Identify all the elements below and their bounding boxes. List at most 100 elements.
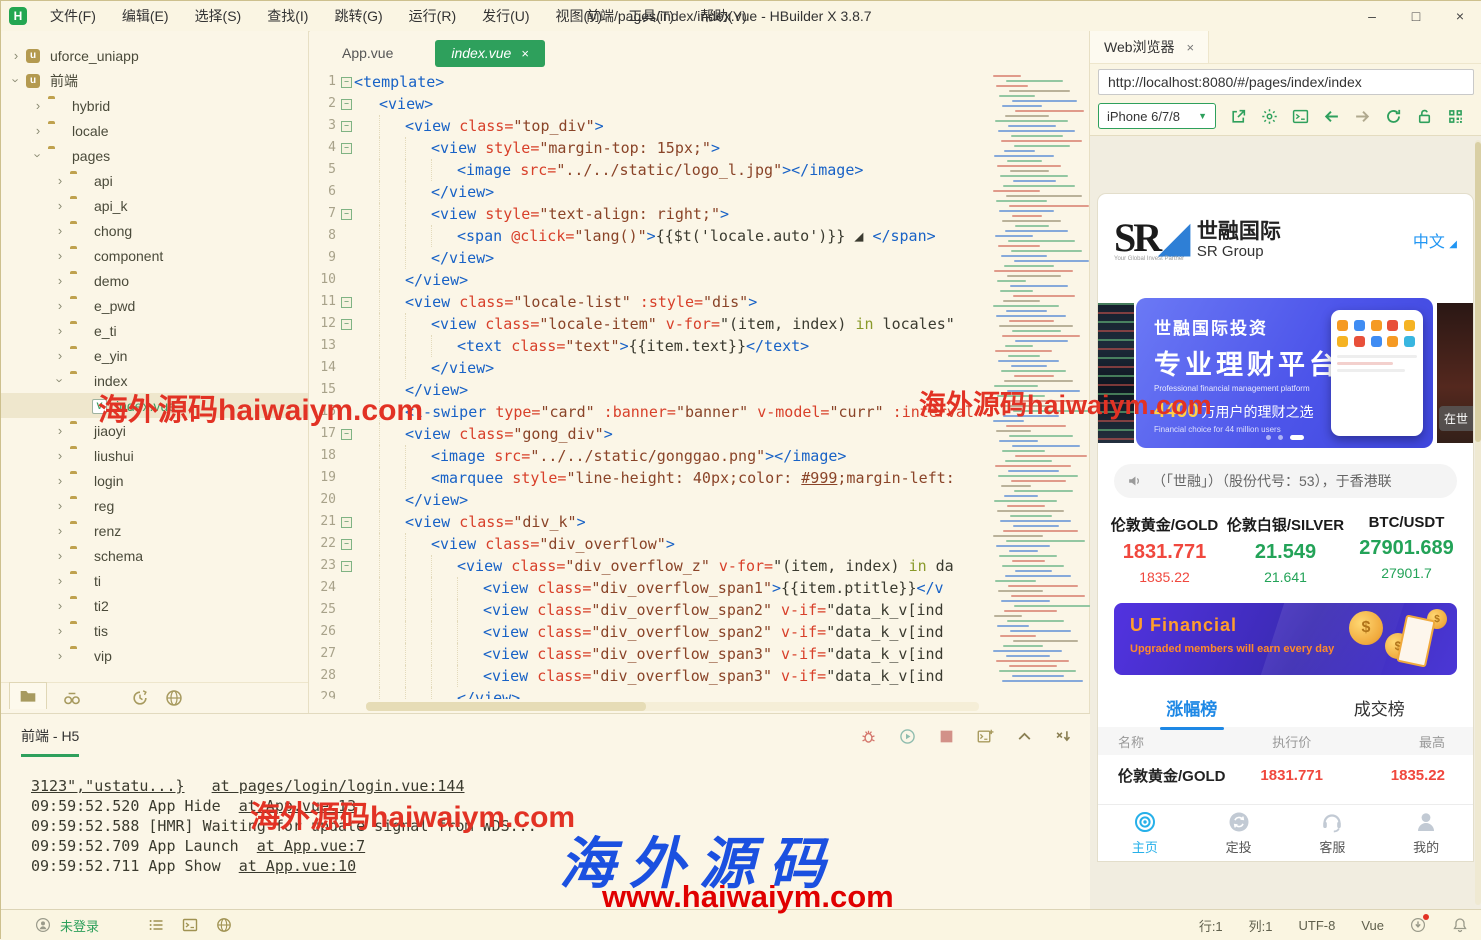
promo-banner[interactable]: U Financial Upgraded members will earn e…: [1114, 603, 1457, 675]
code-token[interactable]: </view>: [405, 269, 468, 291]
price-item[interactable]: 伦敦黄金/GOLD1831.7711835.22: [1104, 514, 1225, 585]
indent-guide[interactable]: [354, 577, 379, 599]
table-row[interactable]: 伦敦黄金/GOLD1831.7711835.22: [1098, 755, 1473, 795]
device-selector[interactable]: iPhone 6/7/8 ▼: [1098, 103, 1216, 129]
tree-item-label[interactable]: component: [94, 248, 163, 264]
code-line[interactable]: 16<l-swiper type="card" :banner="banner"…: [310, 401, 989, 423]
code-token[interactable]: #999: [801, 467, 837, 489]
indent-guide[interactable]: [405, 313, 431, 335]
indent-guide[interactable]: [405, 621, 431, 643]
code-token[interactable]: </view>: [405, 489, 468, 511]
code-token[interactable]: v-for=: [710, 555, 773, 577]
line-number[interactable]: 2: [310, 93, 340, 115]
close-button[interactable]: ×: [1438, 1, 1481, 31]
fold-marker[interactable]: −: [340, 291, 354, 313]
indent-guide[interactable]: [354, 357, 379, 379]
row-name[interactable]: 伦敦黄金/GOLD: [1098, 765, 1241, 786]
indent-guide[interactable]: [354, 401, 379, 423]
indent-guide[interactable]: [379, 533, 405, 555]
code-token[interactable]: "div_overflow": [539, 533, 665, 555]
indent-guide[interactable]: [405, 643, 431, 665]
code-token[interactable]: "div_overflow_span2": [591, 599, 772, 621]
fold-marker[interactable]: −: [340, 93, 354, 115]
code-token[interactable]: class=: [459, 423, 513, 445]
autoinvest-icon[interactable]: [1227, 810, 1251, 834]
code-token[interactable]: >: [604, 423, 613, 445]
menu-item[interactable]: 发行(U): [469, 1, 542, 31]
code-line[interactable]: 1−<template>: [310, 71, 989, 93]
indent-guide[interactable]: [457, 665, 483, 687]
indent-guide[interactable]: [354, 489, 379, 511]
code-token[interactable]: "(item, index): [720, 313, 855, 335]
row-exec-price[interactable]: 1831.771: [1241, 767, 1343, 784]
code-token[interactable]: class=: [485, 533, 539, 555]
tree-item-label[interactable]: chong: [94, 223, 132, 239]
indent-guide[interactable]: [354, 159, 379, 181]
indent-guide[interactable]: [354, 115, 379, 137]
line-number[interactable]: 10: [310, 269, 340, 291]
code-token[interactable]: v-if=: [772, 643, 826, 665]
indent-guide[interactable]: [354, 665, 379, 687]
tab-label[interactable]: 涨幅榜: [1166, 700, 1217, 719]
folder-icon[interactable]: [70, 649, 87, 663]
tree-item-chong[interactable]: ›chong: [1, 218, 308, 243]
indent-guide[interactable]: [405, 687, 431, 699]
tree-item-label[interactable]: e_pwd: [94, 298, 135, 314]
indent-guide[interactable]: [354, 687, 379, 699]
code-line[interactable]: 27<view class="div_overflow_span3" v-if=…: [310, 643, 989, 665]
nav-item-客服[interactable]: 客服: [1286, 805, 1380, 861]
code-token[interactable]: "(item, index): [773, 555, 908, 577]
code-token[interactable]: >: [647, 225, 656, 247]
editor-tab-App.vue[interactable]: App.vue: [326, 40, 409, 67]
indent-guide[interactable]: [431, 159, 457, 181]
chevron-right-icon[interactable]: ›: [53, 348, 67, 363]
indent-guide[interactable]: [405, 533, 431, 555]
tree-item-locale[interactable]: ›locale: [1, 118, 308, 143]
line-number[interactable]: 28: [310, 665, 340, 687]
indent-guide[interactable]: [379, 401, 405, 423]
maximize-button[interactable]: □: [1394, 1, 1438, 31]
indent-guide[interactable]: [379, 115, 405, 137]
indent-guide[interactable]: [354, 225, 379, 247]
search-icon[interactable]: [63, 689, 81, 707]
chevron-right-icon[interactable]: ›: [53, 523, 67, 538]
folder-icon[interactable]: [70, 549, 87, 563]
tree-item-e_pwd[interactable]: ›e_pwd: [1, 293, 308, 318]
folder-icon[interactable]: [70, 299, 87, 313]
indent-guide[interactable]: [431, 577, 457, 599]
code-token[interactable]: "margin-top: 15px;": [539, 137, 711, 159]
fold-gutter[interactable]: [340, 225, 354, 247]
code-token[interactable]: "text": [565, 335, 619, 357]
code-token[interactable]: >: [711, 137, 720, 159]
line-number[interactable]: 11: [310, 291, 340, 313]
price-name[interactable]: 伦敦黄金/GOLD: [1104, 514, 1225, 535]
code-token[interactable]: <view: [431, 533, 485, 555]
code-token[interactable]: v-if=: [772, 621, 826, 643]
line-number[interactable]: 18: [310, 445, 340, 467]
console-tab[interactable]: 前端 - H5: [21, 726, 79, 757]
code-line[interactable]: 12−<view class="locale-item" v-for="(ite…: [310, 313, 989, 335]
indent-guide[interactable]: [405, 159, 431, 181]
tree-item-label[interactable]: renz: [94, 523, 121, 539]
table-header-cell[interactable]: 执行价: [1241, 732, 1343, 751]
code-token[interactable]: </view>: [431, 357, 494, 379]
code-line[interactable]: 19<marquee style="line-height: 40px;colo…: [310, 467, 989, 489]
fold-gutter[interactable]: [340, 445, 354, 467]
menu-item[interactable]: 查找(I): [254, 1, 321, 31]
indent-guide[interactable]: [354, 137, 379, 159]
files-icon[interactable]: [9, 682, 47, 709]
code-token[interactable]: <view: [431, 203, 485, 225]
indent-guide[interactable]: [457, 643, 483, 665]
table-header-cell[interactable]: 名称: [1098, 732, 1241, 751]
code-token[interactable]: >: [748, 291, 757, 313]
line-number[interactable]: 1: [310, 71, 340, 93]
web-icon[interactable]: [216, 917, 232, 933]
code-token[interactable]: {{item.text}}: [629, 335, 746, 357]
tree-item-label[interactable]: login: [94, 473, 124, 489]
open-external-icon[interactable]: [1230, 108, 1247, 125]
tree-item-label[interactable]: e_yin: [94, 348, 127, 364]
code-token[interactable]: v-if=: [772, 599, 826, 621]
code-line[interactable]: 11−<view class="locale-list" :style="dis…: [310, 291, 989, 313]
folder-icon[interactable]: [70, 249, 87, 263]
code-token[interactable]: >: [595, 115, 604, 137]
